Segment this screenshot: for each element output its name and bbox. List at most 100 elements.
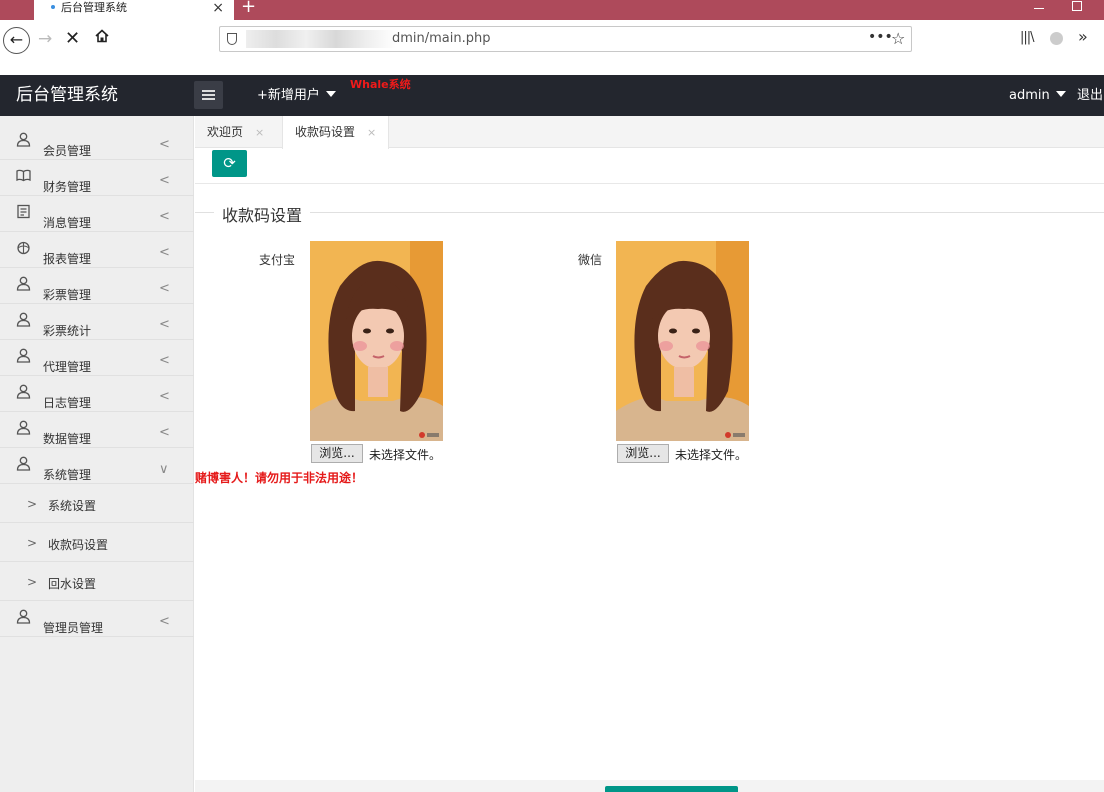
- alipay-file-status: 未选择文件。: [369, 448, 442, 462]
- tab-label: 欢迎页: [207, 125, 244, 139]
- content-tab-bar: 欢迎页 × 收款码设置 ×: [195, 116, 1104, 149]
- document-icon: [16, 204, 31, 219]
- sidebar-item-label: 报表管理: [43, 252, 92, 266]
- user-name: admin: [1009, 88, 1050, 103]
- sidebar-subitem[interactable]: > 收款码设置: [0, 523, 194, 562]
- sidebar-item[interactable]: 彩票统计 <: [0, 304, 194, 340]
- url-bar[interactable]: dmin/main.php ••• ☆: [219, 26, 912, 52]
- sidebar-item-label: 日志管理: [43, 396, 92, 410]
- sidebar-item-label: 收款码设置: [48, 538, 109, 552]
- loading-dot-icon: [51, 5, 55, 9]
- sidebar-item-label: 彩票统计: [43, 324, 92, 338]
- shield-icon[interactable]: [227, 33, 237, 45]
- url-blurred-part: [246, 30, 396, 48]
- user-icon: [16, 420, 31, 435]
- menu-toggle-button[interactable]: [194, 81, 223, 109]
- sidebar-subitem[interactable]: > 系统设置: [0, 484, 194, 523]
- sidebar-item[interactable]: 财务管理 <: [0, 160, 194, 196]
- browser-tab[interactable]: 后台管理系统 ×: [34, 0, 234, 20]
- sidebar-item-label: 消息管理: [43, 216, 92, 230]
- user-menu[interactable]: admin: [1009, 75, 1066, 116]
- user-icon: [16, 456, 31, 471]
- add-user-label: +新增用户: [257, 88, 320, 103]
- book-icon: [16, 168, 31, 183]
- close-tab-icon[interactable]: ×: [212, 0, 224, 16]
- chevron-down-icon: ∨: [159, 462, 169, 477]
- sidebar-item-label: 数据管理: [43, 432, 92, 446]
- chevron-left-icon: <: [159, 389, 170, 404]
- sidebar-subitem[interactable]: > 回水设置: [0, 562, 194, 601]
- new-tab-button[interactable]: +: [241, 0, 256, 16]
- minimize-icon[interactable]: [1034, 8, 1044, 9]
- globe-icon: [16, 240, 31, 255]
- sidebar-item[interactable]: 消息管理 <: [0, 196, 194, 232]
- forward-button[interactable]: →: [38, 29, 52, 49]
- sidebar-item[interactable]: 数据管理 <: [0, 412, 194, 448]
- sidebar: 会员管理 < 财务管理 < 消息管理 < 报表管理 < 彩票管理 < 彩票统计 < 代理管理 < 日志管理 <…: [0, 116, 194, 792]
- wechat-label: 微信: [578, 253, 603, 267]
- chevron-left-icon: <: [159, 137, 170, 152]
- add-user-menu[interactable]: +新增用户: [257, 75, 336, 116]
- wechat-qr-image[interactable]: [616, 241, 749, 441]
- watermark-text: Whale系统: [350, 78, 411, 91]
- user-icon: [16, 348, 31, 363]
- warning-text: 赌博害人！请勿用于非法用途！: [195, 471, 364, 485]
- alipay-label: 支付宝: [259, 253, 296, 267]
- refresh-button[interactable]: ⟳: [212, 150, 247, 177]
- sidebar-item-label: 回水设置: [48, 577, 97, 591]
- stop-button[interactable]: ✕: [65, 28, 80, 49]
- tab-payment-code[interactable]: 收款码设置 ×: [282, 116, 390, 149]
- sidebar-item-label: 系统管理: [43, 468, 92, 482]
- chevron-right-icon: >: [27, 575, 38, 589]
- chevron-left-icon: <: [159, 173, 170, 188]
- chevron-left-icon: <: [159, 209, 170, 224]
- library-icon[interactable]: |||\: [1020, 30, 1034, 45]
- app-header: 后台管理系统 +新增用户 Whale系统 admin 退出: [0, 75, 1104, 116]
- overflow-menu-icon[interactable]: »: [1078, 27, 1088, 46]
- sidebar-item-label: 系统设置: [48, 499, 97, 513]
- page-actions-icon[interactable]: •••: [868, 29, 893, 45]
- app-title: 后台管理系统: [16, 85, 118, 105]
- sidebar-item-label: 管理员管理: [43, 621, 104, 635]
- browser-tab-strip: 后台管理系统 × +: [0, 0, 1104, 20]
- alipay-browse-button[interactable]: 浏览...: [311, 444, 363, 463]
- logout-link[interactable]: 退出: [1077, 75, 1103, 116]
- menu-line-icon: [202, 94, 215, 96]
- sidebar-item-label: 彩票管理: [43, 288, 92, 302]
- chevron-left-icon: <: [159, 245, 170, 260]
- caret-down-icon: [1055, 91, 1066, 97]
- chevron-right-icon: >: [27, 497, 38, 511]
- chevron-right-icon: >: [27, 536, 38, 550]
- back-button[interactable]: ←: [3, 27, 30, 54]
- sidebar-item[interactable]: 管理员管理 <: [0, 601, 194, 637]
- sidebar-item[interactable]: 日志管理 <: [0, 376, 194, 412]
- wechat-browse-button[interactable]: 浏览...: [617, 444, 669, 463]
- user-icon: [16, 609, 31, 624]
- close-icon[interactable]: ×: [367, 126, 376, 139]
- sidebar-item-label: 会员管理: [43, 144, 92, 158]
- sidebar-item[interactable]: 报表管理 <: [0, 232, 194, 268]
- user-icon: [16, 276, 31, 291]
- tab-label: 收款码设置: [295, 125, 356, 139]
- sidebar-item[interactable]: 系统管理 ∨: [0, 448, 194, 484]
- maximize-icon[interactable]: [1072, 1, 1082, 11]
- user-icon: [16, 132, 31, 147]
- sidebar-item[interactable]: 彩票管理 <: [0, 268, 194, 304]
- sidebar-item[interactable]: 代理管理 <: [0, 340, 194, 376]
- close-icon[interactable]: ×: [255, 126, 264, 139]
- home-icon[interactable]: [95, 29, 109, 43]
- bookmark-star-icon[interactable]: ☆: [891, 29, 905, 48]
- section-title: 收款码设置: [214, 202, 311, 226]
- user-icon: [16, 312, 31, 327]
- sidebar-item[interactable]: 会员管理 <: [0, 124, 194, 160]
- submit-button[interactable]: [605, 786, 738, 792]
- url-text: dmin/main.php: [392, 31, 491, 46]
- tab-welcome[interactable]: 欢迎页 ×: [207, 116, 264, 148]
- browser-tab-title: 后台管理系统: [61, 1, 127, 14]
- fieldset-border: [195, 212, 1104, 213]
- extension-icon[interactable]: [1050, 32, 1063, 45]
- menu-line-icon: [202, 98, 215, 100]
- sidebar-item-label: 财务管理: [43, 180, 92, 194]
- alipay-qr-image[interactable]: [310, 241, 443, 441]
- chevron-left-icon: <: [159, 425, 170, 440]
